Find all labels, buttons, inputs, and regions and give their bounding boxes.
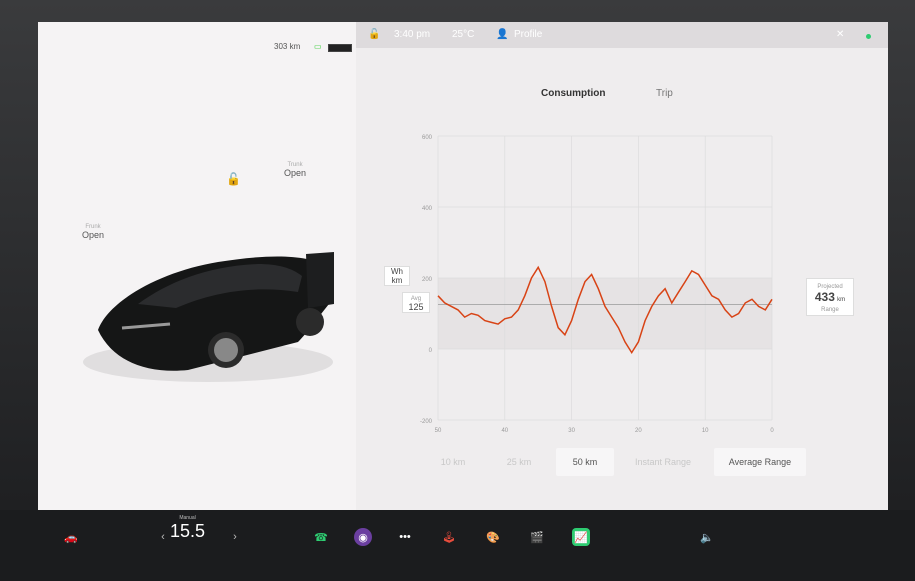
x-tick-label: 10 — [702, 428, 709, 434]
chart-band — [438, 278, 772, 349]
average-range-button[interactable]: Average Range — [714, 448, 806, 476]
speed-decrease-icon[interactable]: ‹ — [154, 528, 172, 546]
profile-button[interactable]: Profile — [514, 29, 542, 40]
temperature: 25°C — [452, 29, 475, 40]
trunk-callout[interactable]: Trunk Open — [284, 162, 306, 178]
range-readout: 303 km — [274, 42, 301, 51]
frunk-status: Open — [82, 230, 105, 240]
x-tick-label: 0 — [770, 428, 774, 434]
unit-bottom: km — [391, 276, 403, 285]
projected-unit: km — [837, 297, 846, 303]
range-10km-button[interactable]: 10 km — [432, 448, 474, 476]
car-lock-icon[interactable]: 🔓 — [226, 172, 241, 186]
avg-badge: Avg 125 — [402, 292, 430, 313]
volume-icon[interactable]: 🔈 — [698, 528, 716, 546]
energy-icon[interactable]: 📈 — [572, 528, 590, 546]
charging-plug-icon: ▭ — [314, 42, 322, 51]
profile-icon[interactable]: 👤 — [496, 29, 508, 40]
vehicle-render[interactable] — [78, 212, 338, 387]
tab-trip[interactable]: Trip — [656, 88, 673, 99]
speed-increase-icon[interactable]: › — [226, 528, 244, 546]
phone-icon[interactable]: ☎ — [312, 528, 330, 546]
tab-consumption[interactable]: Consumption — [541, 88, 605, 99]
media-icon[interactable]: 🎨 — [484, 528, 502, 546]
y-tick-label: -200 — [420, 419, 433, 425]
projected-range-label: Range — [821, 307, 839, 313]
x-tick-label: 50 — [435, 428, 442, 434]
x-tick-label: 20 — [635, 428, 642, 434]
battery-indicator — [328, 44, 352, 52]
speed-readout: Manual 15.5 — [170, 515, 205, 542]
trunk-status: Open — [284, 168, 307, 178]
status-bar — [356, 22, 888, 48]
avg-value: 125 — [408, 302, 424, 312]
y-tick-label: 400 — [422, 206, 433, 212]
connection-dot-icon — [866, 34, 871, 39]
unit-label: Wh km — [384, 266, 410, 286]
bottom-dock — [0, 510, 915, 581]
instant-range-button[interactable]: Instant Range — [628, 448, 698, 476]
y-tick-label: 0 — [429, 348, 433, 354]
lock-status-icon[interactable]: 🔓 — [368, 29, 380, 40]
speed-value: 15.5 — [170, 521, 206, 541]
touchscreen: 303 km ▭ 🔓 3:40 pm 25°C 👤 Profile ✕ 🔓 Tr… — [38, 22, 888, 510]
x-tick-label: 30 — [568, 428, 575, 434]
frunk-callout[interactable]: Frunk Open — [82, 224, 104, 240]
x-tick-label: 40 — [501, 428, 508, 434]
range-50km-button[interactable]: 50 km — [556, 448, 614, 476]
notification-off-icon[interactable]: ✕ — [836, 29, 844, 40]
y-tick-label: 600 — [422, 135, 433, 141]
range-25km-button[interactable]: 25 km — [498, 448, 540, 476]
y-tick-label: 200 — [422, 277, 433, 283]
more-icon[interactable]: ••• — [396, 528, 414, 546]
theater-icon[interactable]: 🎬 — [528, 528, 546, 546]
projected-range-badge: Projected 433 km Range — [806, 278, 854, 316]
clock: 3:40 pm — [394, 29, 431, 40]
camera-icon[interactable]: ◉ — [354, 528, 372, 546]
projected-value: 433 — [814, 290, 835, 304]
consumption-chart: 600 400 200 0 -20050 40 30 20 10 0 — [420, 135, 774, 434]
car-icon[interactable]: 🚗 — [62, 528, 80, 546]
joystick-icon[interactable]: 🕹 — [440, 528, 458, 546]
unit-top: Wh — [391, 267, 403, 276]
